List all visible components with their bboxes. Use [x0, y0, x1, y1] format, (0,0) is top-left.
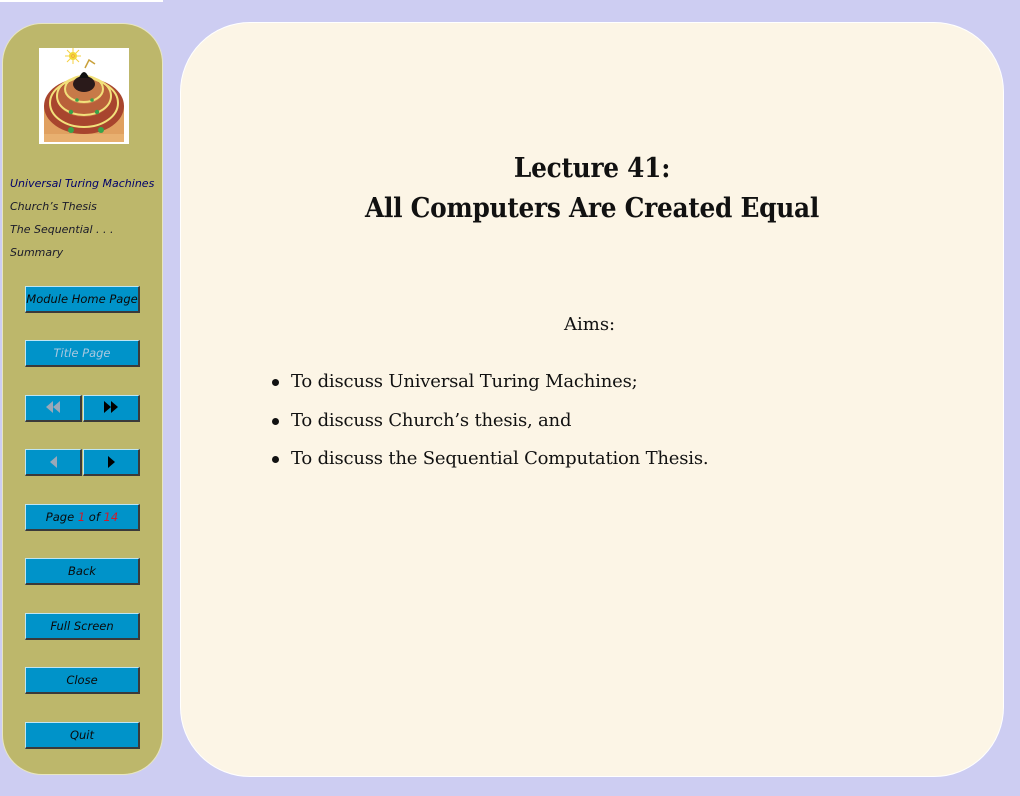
- aims-heading: Aims:: [564, 314, 616, 335]
- aims-list-item: To discuss Universal Turing Machines;: [270, 363, 708, 402]
- title-line-2: All Computers Are Created Equal: [364, 193, 820, 224]
- bullet-icon: [272, 417, 279, 425]
- double-right-triangle-icon: [104, 400, 118, 416]
- nav-link-churchs-thesis[interactable]: Church’s Thesis: [10, 195, 154, 218]
- bullet-icon: [272, 456, 279, 463]
- left-triangle-icon: [49, 456, 57, 468]
- module-home-page-button[interactable]: Module Home Page: [25, 286, 140, 313]
- aims-list-item: To discuss Church’s thesis, and: [270, 402, 708, 441]
- logo-image: [39, 48, 129, 144]
- title-line-1: Lecture 41:: [513, 153, 671, 184]
- concentric-heads-logo-icon: [39, 48, 129, 144]
- quit-button[interactable]: Quit: [25, 722, 140, 749]
- nav-link-the-sequential[interactable]: The Sequential . . .: [10, 218, 154, 241]
- title-page-button[interactable]: Title Page: [25, 340, 140, 367]
- nav-link-universal-turing-machines[interactable]: Universal Turing Machines: [10, 172, 154, 195]
- last-page-button[interactable]: [83, 395, 140, 422]
- aim-text: To discuss Church’s thesis, and: [291, 409, 572, 431]
- aim-text: To discuss the Sequential Computation Th…: [291, 448, 709, 469]
- aims-list-item: To discuss the Sequential Computation Th…: [270, 440, 709, 479]
- double-left-triangle-icon: [46, 400, 60, 416]
- page-of: of: [88, 510, 100, 524]
- previous-page-button[interactable]: [25, 449, 82, 476]
- first-page-button[interactable]: [25, 395, 82, 422]
- section-nav: Universal Turing Machines Church’s Thesi…: [10, 172, 154, 264]
- aim-text: To discuss Universal Turing Machines;: [291, 371, 638, 392]
- aims-list: To discuss Universal Turing Machines; To…: [270, 363, 709, 479]
- sidebar: Universal Turing Machines Church’s Thesi…: [2, 23, 163, 775]
- nav-link-summary[interactable]: Summary: [10, 241, 154, 264]
- page-prefix: Page: [45, 510, 75, 524]
- top-strip: [0, 0, 163, 2]
- back-button[interactable]: Back: [25, 558, 140, 585]
- full-screen-button[interactable]: Full Screen: [25, 613, 140, 640]
- slide-title: Lecture 41: All Computers Are Created Eq…: [214, 149, 970, 229]
- page-indicator-button[interactable]: Page 1 of 14: [25, 504, 140, 531]
- right-triangle-icon: [107, 456, 115, 468]
- page-current: 1: [77, 510, 86, 524]
- next-page-button[interactable]: [83, 449, 140, 476]
- bullet-icon: [272, 379, 279, 386]
- slide-page: Lecture 41: All Computers Are Created Eq…: [180, 22, 1004, 777]
- page-total: 14: [103, 510, 119, 524]
- close-button[interactable]: Close: [25, 667, 140, 694]
